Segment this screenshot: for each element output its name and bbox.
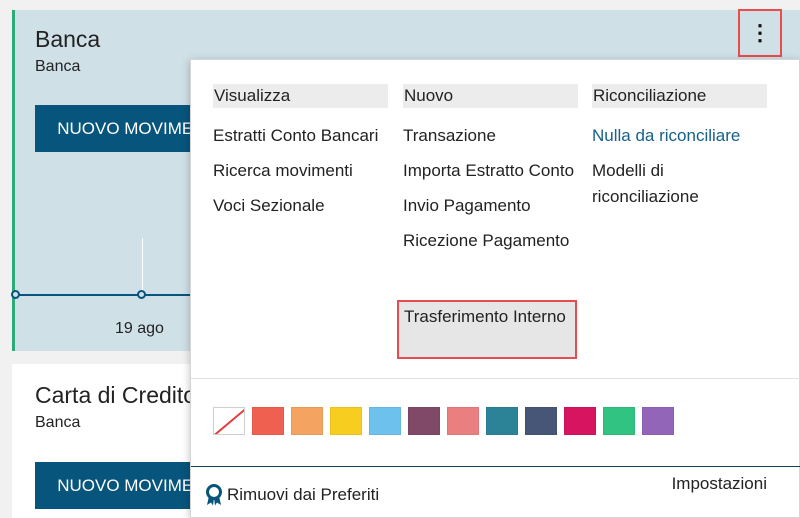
chart-point xyxy=(11,290,20,299)
menu-item-send-payment[interactable]: Invio Pagamento xyxy=(403,193,578,219)
menu-item-reconciliation-models[interactable]: Modelli di riconciliazione xyxy=(592,158,767,210)
card-title[interactable]: Carta di Credito xyxy=(35,382,196,409)
color-swatch[interactable] xyxy=(603,407,635,435)
color-swatch[interactable] xyxy=(330,407,362,435)
menu-divider xyxy=(191,378,800,379)
menu-item-journal-items[interactable]: Voci Sezionale xyxy=(213,193,388,219)
color-swatch[interactable] xyxy=(369,407,401,435)
card-subtitle: Banca xyxy=(35,58,81,75)
color-swatch[interactable] xyxy=(447,407,479,435)
remove-from-favorites-label: Rimuovi dai Preferiti xyxy=(227,485,380,504)
menu-column-new: Nuovo Transazione Importa Estratto Conto… xyxy=(403,84,578,263)
color-swatch[interactable] xyxy=(564,407,596,435)
card-title[interactable]: Banca xyxy=(35,26,100,53)
menu-section-header: Riconciliazione xyxy=(592,84,767,108)
color-swatch[interactable] xyxy=(642,407,674,435)
chart-x-tick-label: 19 ago xyxy=(115,320,164,337)
chart-point xyxy=(137,290,146,299)
menu-item-import-statement[interactable]: Importa Estratto Conto xyxy=(403,158,578,184)
menu-item-search-transactions[interactable]: Ricerca movimenti xyxy=(213,158,388,184)
menu-item-internal-transfer[interactable]: Trasferimento Interno xyxy=(404,304,574,330)
card-subtitle: Banca xyxy=(35,414,81,431)
menu-item-transaction[interactable]: Transazione xyxy=(403,123,578,149)
menu-item-nothing-to-reconcile[interactable]: Nulla da riconciliare xyxy=(592,123,767,149)
color-picker xyxy=(213,407,674,435)
color-swatch[interactable] xyxy=(525,407,557,435)
balance-chart: 19 ago xyxy=(11,238,215,348)
menu-column-reconciliation: Riconciliazione Nulla da riconciliare Mo… xyxy=(592,84,767,219)
card-options-menu: Visualizza Estratti Conto Bancari Ricerc… xyxy=(190,59,800,518)
menu-section-header: Visualizza xyxy=(213,84,388,108)
ribbon-icon xyxy=(206,484,222,506)
card-options-button[interactable]: ⋮ xyxy=(738,9,782,57)
settings-link[interactable]: Impostazioni xyxy=(672,474,767,494)
chart-line xyxy=(15,294,215,296)
menu-item-receive-payment[interactable]: Ricezione Pagamento xyxy=(403,228,578,254)
color-swatch-none[interactable] xyxy=(213,407,245,435)
menu-section-header: Nuovo xyxy=(403,84,578,108)
color-swatch[interactable] xyxy=(408,407,440,435)
menu-footer-divider xyxy=(191,466,800,467)
vertical-ellipsis-icon: ⋮ xyxy=(749,20,771,45)
chart-gridline xyxy=(142,238,143,298)
menu-item-bank-statements[interactable]: Estratti Conto Bancari xyxy=(213,123,388,149)
menu-column-view: Visualizza Estratti Conto Bancari Ricerc… xyxy=(213,84,388,228)
color-swatch[interactable] xyxy=(291,407,323,435)
color-swatch[interactable] xyxy=(252,407,284,435)
color-swatch[interactable] xyxy=(486,407,518,435)
remove-from-favorites-link[interactable]: Rimuovi dai Preferiti xyxy=(205,484,379,506)
menu-item-internal-transfer-highlight[interactable]: Trasferimento Interno xyxy=(397,300,577,359)
